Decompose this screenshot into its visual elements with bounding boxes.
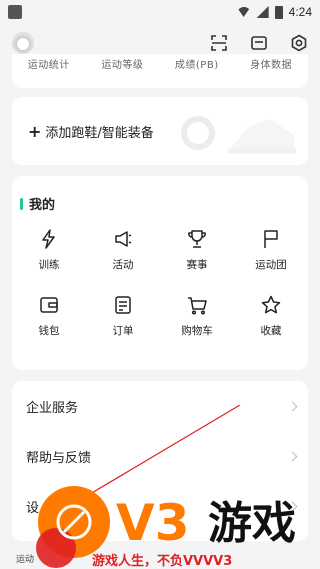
mine-item-events[interactable]: 赛事 <box>160 228 234 272</box>
mine-item-label: 运动团 <box>255 259 287 271</box>
trophy-icon <box>188 230 206 248</box>
chevron-right-icon <box>287 451 298 461</box>
signal-icon <box>256 6 269 18</box>
cart-icon <box>188 297 207 315</box>
mine-item-cart[interactable]: 购物车 <box>160 294 234 338</box>
mine-item-label: 活动 <box>112 259 134 271</box>
stat-pb[interactable]: 成绩(PB) <box>175 56 219 71</box>
settings-icon[interactable] <box>290 34 308 52</box>
status-bar: 4:24 <box>0 0 320 24</box>
chevron-right-icon <box>287 401 298 411</box>
mine-item-favorites[interactable]: 收藏 <box>234 294 308 338</box>
watermark-logo: V3 游戏 游戏人生，不负VVVV3 <box>30 478 320 569</box>
battery-icon <box>274 5 283 19</box>
stat-level[interactable]: 运动等级 <box>101 56 143 71</box>
watermark-badge-icon: V3 游戏 游戏人生，不负VVVV3 <box>36 486 296 569</box>
mine-item-activity[interactable]: 活动 <box>86 228 160 272</box>
scan-icon[interactable] <box>210 34 228 52</box>
add-shoe-card[interactable]: + 添加跑鞋/智能装备 <box>12 97 308 165</box>
mine-title: 我的 <box>29 198 56 213</box>
list-item-label: 企业服务 <box>26 400 79 416</box>
wallet-icon <box>40 297 58 313</box>
avatar[interactable] <box>12 32 34 54</box>
megaphone-icon <box>115 231 132 247</box>
mine-item-label: 订单 <box>112 325 134 337</box>
mine-item-label: 收藏 <box>260 325 282 337</box>
mine-section: 我的 训练 活动 赛事 运动团 钱包 订单 购物车 收藏 <box>12 176 308 370</box>
add-shoe-label: 添加跑鞋/智能装备 <box>45 125 154 141</box>
mine-item-club[interactable]: 运动团 <box>234 228 308 272</box>
mine-item-label: 购物车 <box>181 325 213 337</box>
star-icon <box>261 295 281 314</box>
wifi-icon <box>236 7 251 17</box>
status-time: 4:24 <box>288 5 312 19</box>
watermark-brand-text: 游戏 <box>208 498 296 549</box>
lightning-icon <box>42 229 55 249</box>
message-icon[interactable] <box>250 34 268 52</box>
stat-exercise-stats[interactable]: 运动统计 <box>28 56 70 71</box>
order-icon <box>115 296 131 314</box>
watermark-slogan: 游戏人生，不负VVVV3 <box>92 553 232 569</box>
watermark-logo-text: V3 <box>116 494 190 552</box>
shoe-watch-illustration <box>181 116 296 154</box>
notification-icon <box>8 5 22 19</box>
mine-item-orders[interactable]: 订单 <box>86 294 160 338</box>
mine-item-wallet[interactable]: 钱包 <box>12 294 86 338</box>
mine-item-label: 赛事 <box>186 259 208 271</box>
mine-item-label: 钱包 <box>38 325 60 337</box>
mine-item-label: 训练 <box>38 259 60 271</box>
stat-body-data[interactable]: 身体数据 <box>250 56 292 71</box>
mine-item-training[interactable]: 训练 <box>12 228 86 272</box>
title-accent-bar <box>20 197 23 210</box>
flag-icon <box>264 230 278 248</box>
stats-row: 运动统计 运动等级 成绩(PB) 身体数据 <box>12 54 308 88</box>
plus-icon: + <box>28 121 42 141</box>
